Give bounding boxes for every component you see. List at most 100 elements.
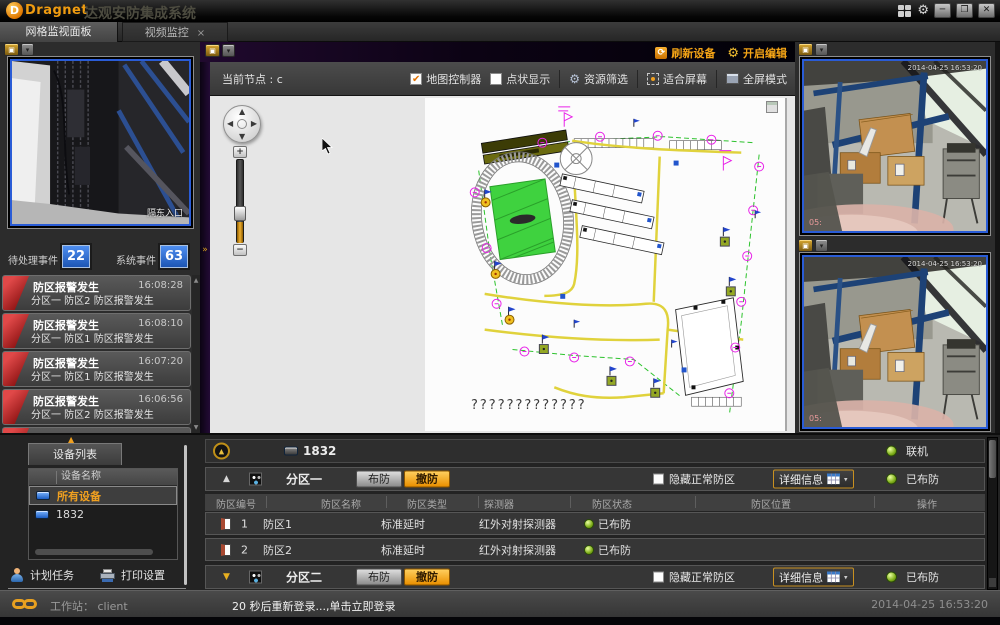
pan-right-icon[interactable]: ▶ (251, 119, 257, 128)
partition-name: 分区二 (286, 569, 322, 586)
map-zoom-slider[interactable]: + − (231, 146, 249, 256)
fullscreen-button[interactable]: 全屏模式 (726, 71, 787, 87)
zoom-out-button[interactable]: − (233, 244, 247, 256)
dropdown-icon[interactable]: ▾ (815, 43, 828, 56)
group-collapse-icon[interactable]: ▲ (213, 443, 230, 460)
collapse-chevron-icon[interactable]: » (200, 245, 210, 255)
scrollbar-thumb[interactable] (989, 440, 996, 478)
tab-grid-panel[interactable]: 网格监视面板 (0, 22, 118, 42)
map-viewport[interactable]: ????????????? ▲ ▼ ◀ ▶ + − (210, 96, 795, 433)
device-tree-item-1832[interactable]: 1832 (29, 505, 177, 524)
layout-grid-icon[interactable] (898, 5, 912, 17)
pan-up-icon[interactable]: ▲ (239, 107, 245, 116)
device-group-name: 1832 (303, 444, 336, 458)
fit-screen-button[interactable]: 适合屏幕 (647, 71, 707, 87)
refresh-devices-button[interactable]: ⟳ 刷新设备 (655, 45, 715, 61)
arm-button[interactable]: 布防 (356, 471, 402, 488)
scroll-down-icon[interactable]: ▼ (192, 424, 200, 431)
dropdown-icon[interactable]: ▾ (815, 239, 828, 252)
col-zone-name: 防区名称 (321, 496, 361, 511)
dropdown-icon[interactable]: ▾ (222, 44, 235, 57)
dropdown-icon[interactable]: ▾ (21, 43, 34, 56)
camera-icon[interactable]: ▣ (4, 43, 19, 56)
dot-display-label: 点状显示 (506, 71, 550, 87)
pan-center-icon[interactable] (237, 119, 247, 129)
checkbox-unchecked-icon[interactable] (490, 73, 502, 85)
partition-expand-icon[interactable]: ▼ (223, 572, 230, 582)
alarm-list-item[interactable]: 防区报警发生 16:06:56 分区一 防区2 防区报警发生 (2, 389, 191, 425)
checkbox-checked-icon[interactable]: ✔ (410, 73, 422, 85)
print-settings-button[interactable]: 打印设置 (121, 567, 165, 583)
alarm-list-item[interactable]: 防区报警发生 16:07:20 分区一 防区1 防区报警发生 (2, 351, 191, 387)
hide-normal-checkbox[interactable] (653, 572, 664, 583)
fit-screen-label: 适合屏幕 (663, 71, 707, 87)
map-icon[interactable]: ▣ (205, 44, 220, 57)
zone-table-row[interactable]: 1 防区1 标准延时 红外对射探测器 已布防 (205, 512, 985, 535)
zone-checkbox[interactable] (221, 544, 231, 556)
system-events-count: 63 (160, 245, 188, 268)
alarm-detail: 分区一 防区2 防区报警发生 (31, 406, 154, 421)
camera-icon[interactable]: ▣ (798, 43, 813, 56)
minimize-button[interactable]: ─ (934, 3, 951, 18)
partition-row-2[interactable]: ▼ 分区二 布防 撤防 隐藏正常防区 详细信息 ▾ 已布防 (205, 565, 985, 589)
zone-checkbox[interactable] (221, 518, 231, 530)
zoom-in-button[interactable]: + (233, 146, 247, 158)
alarm-flag-icon (3, 276, 29, 310)
tab-grid-panel-label: 网格监视面板 (26, 25, 92, 38)
video-frame[interactable]: 2014-04-25 16:53:20 05: (799, 56, 991, 236)
hide-normal-checkbox[interactable] (653, 474, 664, 485)
pan-down-icon[interactable]: ▼ (239, 132, 245, 141)
zone-table-row[interactable]: 2 防区2 标准延时 红外对射探测器 已布防 (205, 538, 985, 561)
bottom-vertical-scrollbar[interactable] (987, 437, 998, 590)
arm-button[interactable]: 布防 (356, 569, 402, 586)
left-video-panel: ▣ ▾ (0, 42, 200, 235)
device-list-tab[interactable]: 设备列表 (28, 443, 122, 465)
col-zone-type: 防区类型 (407, 496, 447, 511)
edit-gear-icon: ⚙ (727, 47, 739, 60)
device-group-row[interactable]: ▲ 1832 联机 (205, 439, 985, 463)
disarm-button[interactable]: 撤防 (404, 569, 450, 586)
details-button[interactable]: 详细信息 ▾ (773, 568, 854, 587)
alarm-time: 16:07:20 (138, 356, 183, 367)
details-dropdown-icon[interactable]: ▾ (844, 475, 848, 483)
start-edit-button[interactable]: ⚙ 开启编辑 (727, 45, 787, 61)
camera-icon[interactable]: ▣ (798, 239, 813, 252)
app-logo: D Dragnet (6, 2, 88, 19)
details-button[interactable]: 详细信息 ▾ (773, 470, 854, 489)
scroll-up-icon[interactable]: ▲ (192, 277, 200, 284)
device-tree-item-all[interactable]: 所有设备 (29, 486, 177, 505)
map-pan-control[interactable]: ▲ ▼ ◀ ▶ (223, 105, 261, 143)
toolbar-separator (716, 70, 717, 88)
fullscreen-label: 全屏模式 (743, 71, 787, 87)
scheduled-tasks-button[interactable]: 计划任务 (30, 567, 74, 583)
disarm-button[interactable]: 撤防 (404, 471, 450, 488)
zone-type: 标准延时 (381, 516, 425, 532)
device-list-tab-label: 设备列表 (53, 448, 97, 461)
map-controller-toggle[interactable]: ✔ 地图控制器 (410, 71, 481, 87)
restore-button[interactable]: ❐ (956, 3, 973, 18)
zoom-handle[interactable] (234, 206, 246, 221)
window-bottom-edge (0, 617, 1000, 625)
tab-close-icon[interactable]: × (197, 28, 205, 39)
relogin-message[interactable]: 20 秒后重新登录...,单击立即登录 (232, 598, 395, 614)
settings-gear-icon[interactable]: ⚙ (917, 4, 929, 18)
partition-row-1[interactable]: ▲ 分区一 布防 撤防 隐藏正常防区 详细信息 ▾ 已布防 (205, 467, 985, 491)
status-bar: 工作站： client 20 秒后重新登录...,单击立即登录 2014-04-… (0, 590, 1000, 617)
pan-left-icon[interactable]: ◀ (227, 119, 233, 128)
close-button[interactable]: ✕ (978, 3, 995, 18)
tree-horizontal-scrollbar[interactable] (35, 549, 153, 555)
layers-icon[interactable] (766, 101, 778, 113)
alarm-list-item[interactable]: 防区报警发生 16:08:28 分区一 防区2 防区报警发生 (2, 275, 191, 311)
video-frame[interactable]: 2014-04-25 16:53:20 05: (799, 252, 991, 432)
resource-filter-button[interactable]: ⚙ 资源筛选 (569, 71, 628, 87)
alarm-scrollbar[interactable]: ▲ ▼ (192, 275, 200, 433)
video-frame[interactable]: 隔东入口 (7, 56, 194, 229)
dot-display-toggle[interactable]: 点状显示 (490, 71, 550, 87)
tab-video-monitor[interactable]: 视频监控× (122, 22, 228, 42)
partition-expand-icon[interactable]: ▲ (223, 474, 230, 484)
start-edit-label: 开启编辑 (743, 45, 787, 61)
video-scene-corridor (12, 61, 189, 224)
alarm-time: 16:08:28 (138, 280, 183, 291)
details-dropdown-icon[interactable]: ▾ (844, 573, 848, 581)
alarm-list-item[interactable]: 防区报警发生 16:08:10 分区一 防区1 防区报警发生 (2, 313, 191, 349)
